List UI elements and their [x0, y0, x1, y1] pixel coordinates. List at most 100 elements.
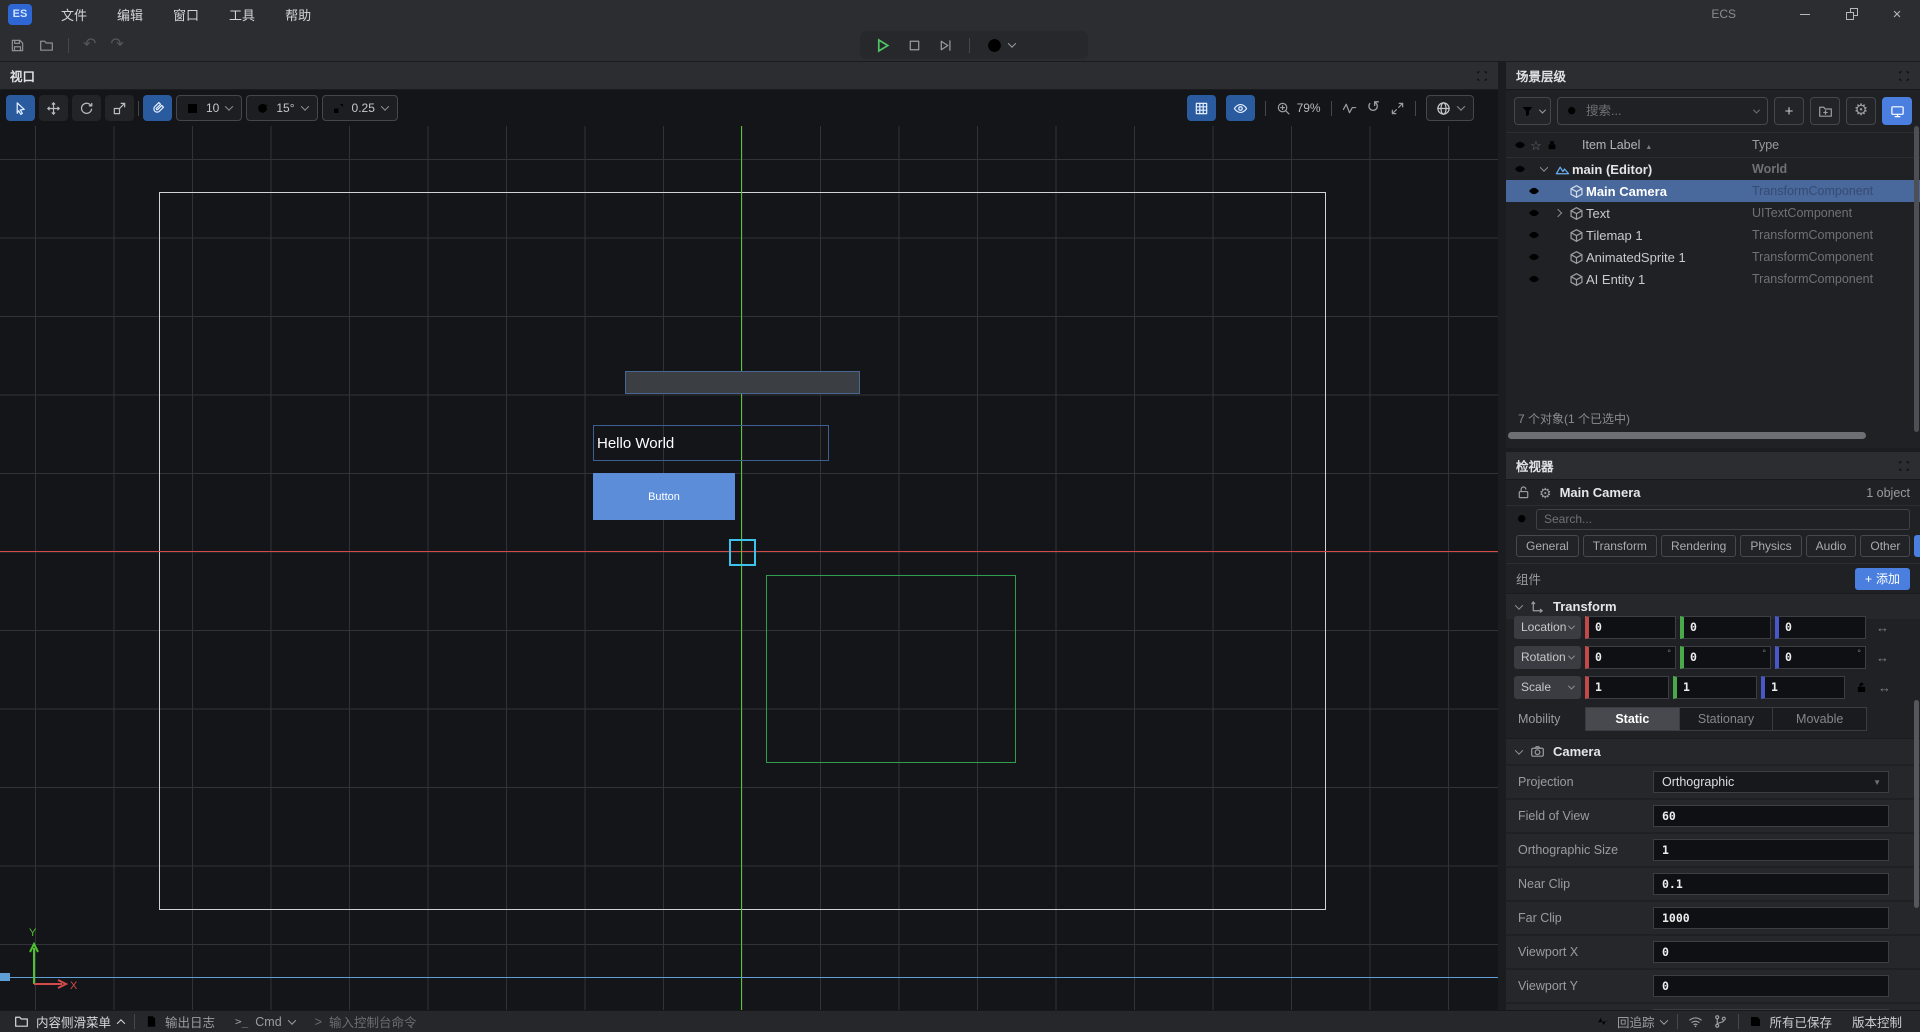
scale-z-field[interactable]: [1761, 676, 1845, 699]
unlock-icon[interactable]: [1516, 485, 1531, 500]
panel-object[interactable]: [625, 371, 860, 394]
column-type[interactable]: Type: [1752, 138, 1779, 152]
object-settings-icon[interactable]: ⚙: [1539, 486, 1552, 500]
menu-help[interactable]: 帮助: [270, 0, 326, 28]
reset-rotation-icon[interactable]: ↔: [1876, 650, 1889, 665]
scale-tool-button[interactable]: [105, 95, 134, 121]
favorite-column-icon[interactable]: ☆: [1528, 139, 1544, 152]
projection-select[interactable]: Orthographic ▼: [1653, 771, 1889, 793]
expand-panel-icon[interactable]: [1898, 460, 1910, 472]
gizmo-visibility-button[interactable]: [1226, 95, 1255, 121]
hierarchy-row-world[interactable]: main (Editor) World: [1506, 158, 1920, 180]
hierarchy-row-animatedsprite[interactable]: AnimatedSprite 1 TransformComponent: [1506, 246, 1920, 268]
reset-view-button[interactable]: ↺: [1367, 100, 1380, 116]
origin-gizmo[interactable]: [729, 539, 756, 566]
tab-physics[interactable]: Physics: [1740, 535, 1801, 557]
add-folder-button[interactable]: [1810, 97, 1840, 125]
location-x-field[interactable]: [1585, 616, 1676, 639]
rotation-x-field[interactable]: °: [1585, 646, 1676, 669]
text-object[interactable]: Hello World: [593, 425, 829, 461]
version-control-button[interactable]: 版本控制: [1842, 1011, 1912, 1032]
save-status[interactable]: 所有已保存: [1739, 1011, 1842, 1032]
cmd-dropdown[interactable]: >_ Cmd: [225, 1011, 305, 1032]
near-clip-field[interactable]: [1653, 873, 1889, 895]
content-drawer-button[interactable]: 内容侧滑菜单: [4, 1011, 134, 1032]
eye-column-icon[interactable]: [1512, 139, 1528, 151]
location-dropdown[interactable]: Location: [1514, 616, 1581, 639]
rotation-z-field[interactable]: °: [1775, 646, 1866, 669]
add-component-button[interactable]: +添加: [1855, 568, 1910, 590]
reset-location-icon[interactable]: ↔: [1876, 620, 1889, 635]
play-button[interactable]: [874, 37, 891, 54]
reset-scale-icon[interactable]: ↔: [1878, 680, 1891, 695]
expand-panel-icon[interactable]: [1476, 70, 1488, 82]
horizontal-scrollbar[interactable]: [1508, 432, 1866, 439]
visibility-icon[interactable]: [1526, 273, 1542, 285]
rotation-z-input[interactable]: [1779, 650, 1865, 664]
location-z-field[interactable]: [1775, 616, 1866, 639]
rotate-snap-dropdown[interactable]: 15°: [246, 95, 317, 121]
expand-panel-icon[interactable]: [1898, 70, 1910, 82]
hierarchy-column-header[interactable]: ☆ Item Label▲ Type: [1506, 132, 1920, 158]
scale-snap-dropdown[interactable]: 0.25: [322, 95, 398, 121]
tab-audio[interactable]: Audio: [1806, 535, 1857, 557]
trace-dropdown[interactable]: 回追踪: [1587, 1011, 1678, 1032]
source-control-branch-icon[interactable]: [1713, 1011, 1738, 1032]
mobility-stationary[interactable]: Stationary: [1680, 708, 1774, 730]
vertical-scrollbar[interactable]: [1914, 700, 1919, 908]
visibility-icon[interactable]: [1512, 163, 1528, 175]
grid-snap-dropdown[interactable]: 10: [176, 95, 242, 121]
undo-button[interactable]: ↶: [83, 37, 96, 53]
network-status-icon[interactable]: [1678, 1011, 1713, 1032]
console-command-input[interactable]: > 输入控制台命令: [305, 1011, 427, 1032]
scale-z-input[interactable]: [1765, 680, 1844, 694]
open-folder-button[interactable]: [39, 38, 54, 53]
visibility-icon[interactable]: [1526, 185, 1542, 197]
filter-dropdown[interactable]: [1514, 97, 1551, 125]
visibility-icon[interactable]: [1526, 251, 1542, 263]
visibility-icon[interactable]: [1526, 229, 1542, 241]
column-item-label[interactable]: Item Label▲: [1582, 138, 1652, 152]
far-clip-input[interactable]: [1654, 911, 1888, 925]
select-tool-button[interactable]: [6, 95, 35, 121]
inspector-search-input[interactable]: [1544, 512, 1902, 526]
camera-section-header[interactable]: Camera: [1506, 738, 1920, 764]
move-tool-button[interactable]: [39, 95, 68, 121]
hierarchy-row-ai-entity[interactable]: AI Entity 1 TransformComponent: [1506, 268, 1920, 290]
visibility-icon[interactable]: [1526, 207, 1542, 219]
menu-file[interactable]: 文件: [46, 0, 102, 28]
redo-button[interactable]: ↷: [110, 37, 123, 53]
inspector-search[interactable]: [1536, 509, 1910, 530]
minimize-button[interactable]: [1782, 0, 1828, 28]
hierarchy-search[interactable]: [1557, 97, 1768, 125]
snap-tool-button[interactable]: [143, 95, 172, 121]
hierarchy-row-text[interactable]: Text UITextComponent: [1506, 202, 1920, 224]
scale-y-field[interactable]: [1673, 676, 1757, 699]
tab-general[interactable]: General: [1516, 535, 1579, 557]
tab-rendering[interactable]: Rendering: [1661, 535, 1736, 557]
rotate-tool-button[interactable]: [72, 95, 101, 121]
location-z-input[interactable]: [1779, 620, 1865, 634]
stop-button[interactable]: [907, 38, 922, 53]
lock-column-icon[interactable]: [1544, 139, 1560, 151]
vertical-scrollbar[interactable]: [1914, 126, 1919, 432]
viewport-canvas[interactable]: Hello World Button Y X 10 15° 0.25: [0, 90, 1498, 1010]
scale-x-field[interactable]: [1585, 676, 1669, 699]
world-view-dropdown[interactable]: [1426, 95, 1474, 121]
far-clip-field[interactable]: [1653, 907, 1889, 929]
uniform-scale-lock-icon[interactable]: [1855, 681, 1868, 694]
save-button[interactable]: [10, 38, 25, 53]
run-mode-dropdown[interactable]: [986, 37, 1015, 54]
tab-other[interactable]: Other: [1860, 535, 1910, 557]
tab-all[interactable]: All: [1914, 535, 1920, 557]
expand-chevron-icon[interactable]: [1550, 210, 1566, 216]
scale-dropdown[interactable]: Scale: [1514, 676, 1581, 699]
field-of-view-field[interactable]: [1653, 805, 1889, 827]
button-object[interactable]: Button: [593, 473, 735, 520]
mobility-movable[interactable]: Movable: [1773, 708, 1866, 730]
location-y-input[interactable]: [1684, 620, 1770, 634]
mobility-static[interactable]: Static: [1586, 708, 1680, 730]
menu-edit[interactable]: 编辑: [102, 0, 158, 28]
location-y-field[interactable]: [1680, 616, 1771, 639]
hierarchy-settings-button[interactable]: ⚙: [1846, 97, 1876, 125]
